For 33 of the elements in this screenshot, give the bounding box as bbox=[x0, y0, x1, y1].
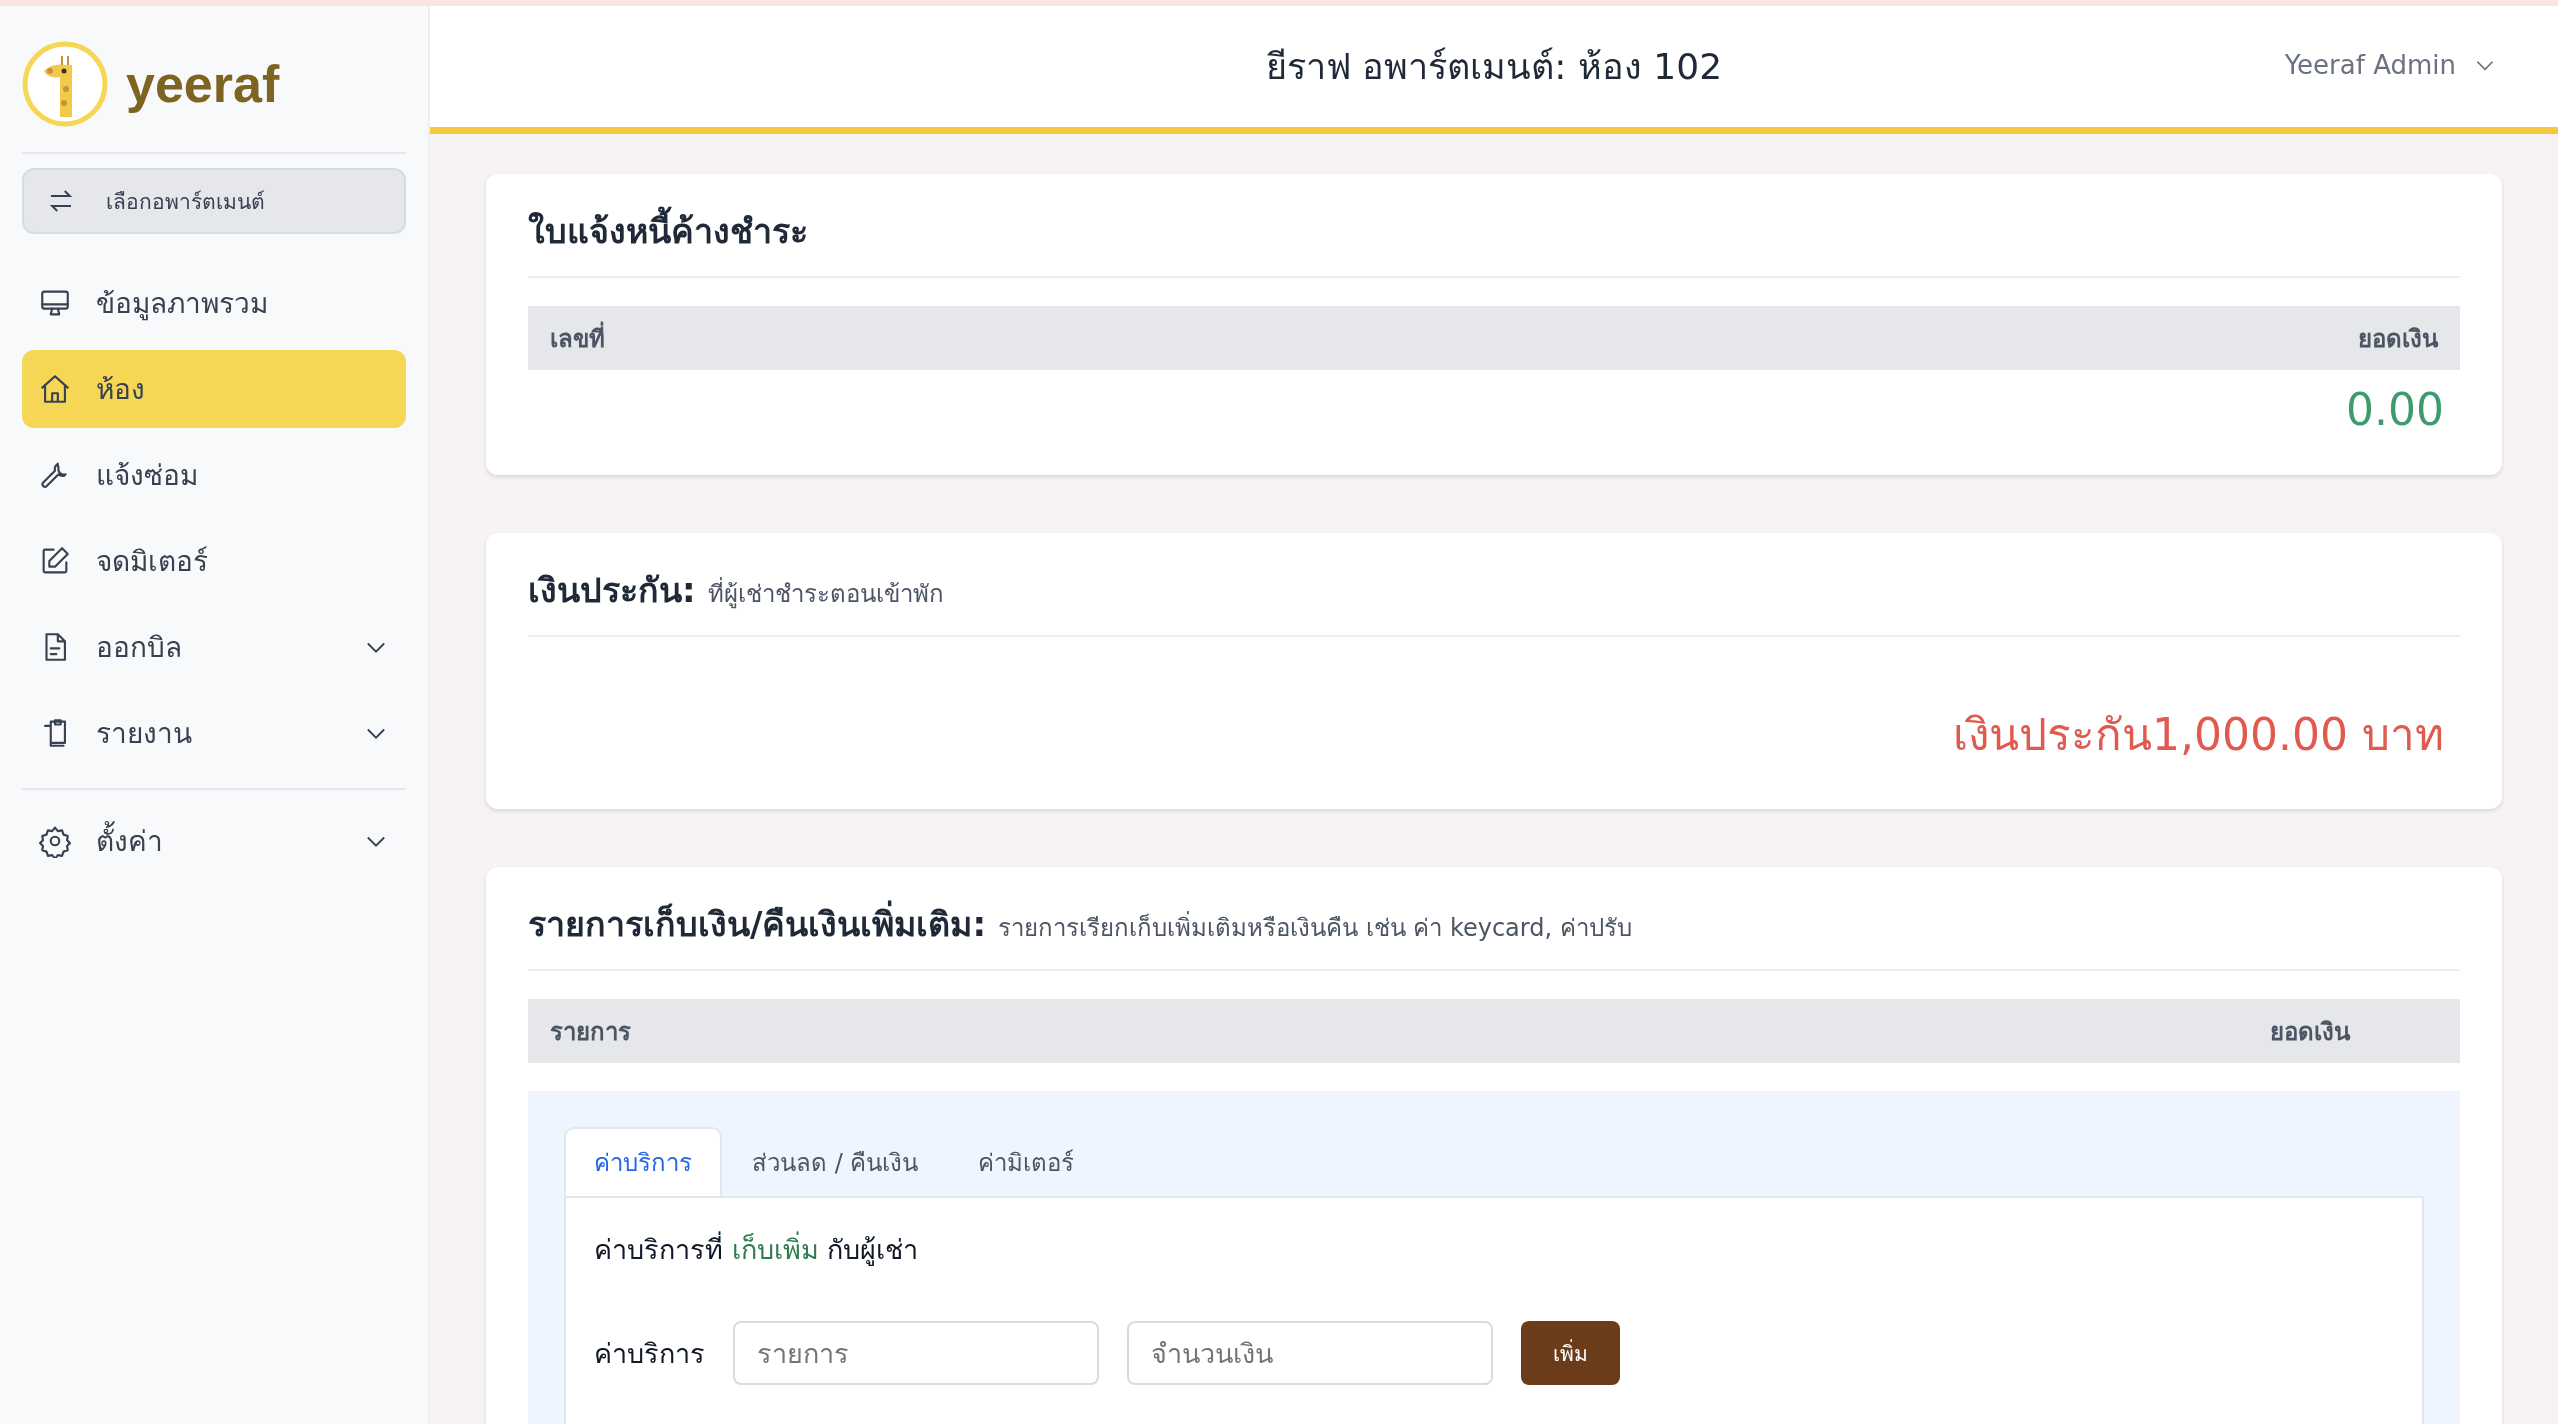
add-button[interactable]: เพิ่ม bbox=[1521, 1321, 1620, 1385]
select-apartment-button[interactable]: เลือกอพาร์ตเมนต์ bbox=[22, 168, 406, 234]
deposit-amount: เงินประกัน1,000.00 บาท bbox=[1953, 708, 2444, 762]
settings-icon bbox=[38, 824, 72, 858]
amount-input-field[interactable]: จำนวนเงิน bbox=[1127, 1321, 1493, 1385]
user-menu[interactable]: Yeeraf Admin bbox=[2284, 50, 2498, 80]
field-label: ค่าบริการ bbox=[594, 1336, 705, 1371]
column-header: รายการ bbox=[550, 1016, 631, 1048]
page-title: ยีราฟ อพาร์ตเมนต์: ห้อง 102 bbox=[1265, 45, 1723, 89]
logo-text: yeeraf bbox=[126, 54, 280, 114]
tab[interactable]: ค่าบริการ bbox=[564, 1127, 722, 1196]
sidebar-item[interactable]: ออกบิล bbox=[22, 608, 406, 686]
column-header: ยอดเงิน bbox=[2358, 323, 2438, 355]
card-title: ใบแจ้งหนี้ค้างชำระ bbox=[528, 204, 808, 258]
total-amount: 0.00 bbox=[2346, 384, 2444, 435]
sidebar-item[interactable]: รายงาน bbox=[22, 694, 406, 772]
column-header: เลขที่ bbox=[550, 318, 605, 358]
item-input-field[interactable]: รายการ bbox=[733, 1321, 1099, 1385]
card-subtitle: รายการเรียกเก็บเพิ่มเติมหรือเงินคืน เช่น ค่า keycard, ค่าปรับ bbox=[998, 908, 1632, 947]
card-title: รายการเก็บเงิน/คืนเงินเพิ่มเติม: bbox=[528, 897, 986, 951]
card-subtitle: ที่ผู้เช่าชำระตอนเข้าพัก bbox=[707, 574, 944, 613]
sidebar-item[interactable]: ข้อมูลภาพรวม bbox=[22, 264, 406, 342]
sidebar-item[interactable]: แจ้งซ่อม bbox=[22, 436, 406, 514]
column-header: ยอดเงิน bbox=[2270, 1016, 2350, 1048]
tab[interactable]: ส่วนลด / คืนเงิน bbox=[722, 1127, 949, 1196]
service-note: ค่าบริการที่ เก็บเพิ่ม กับผู้เช่า bbox=[594, 1228, 2394, 1271]
sidebar-item[interactable]: ตั้งค่า bbox=[22, 802, 406, 880]
giraffe-logo-icon bbox=[22, 41, 108, 127]
tab[interactable]: ค่ามิเตอร์ bbox=[948, 1127, 1105, 1196]
house-icon bbox=[38, 372, 72, 406]
sidebar-item[interactable]: จดมิเตอร์ bbox=[22, 522, 406, 600]
card-title: เงินประกัน: bbox=[528, 569, 696, 612]
sidebar-item[interactable]: ห้อง bbox=[22, 350, 406, 428]
